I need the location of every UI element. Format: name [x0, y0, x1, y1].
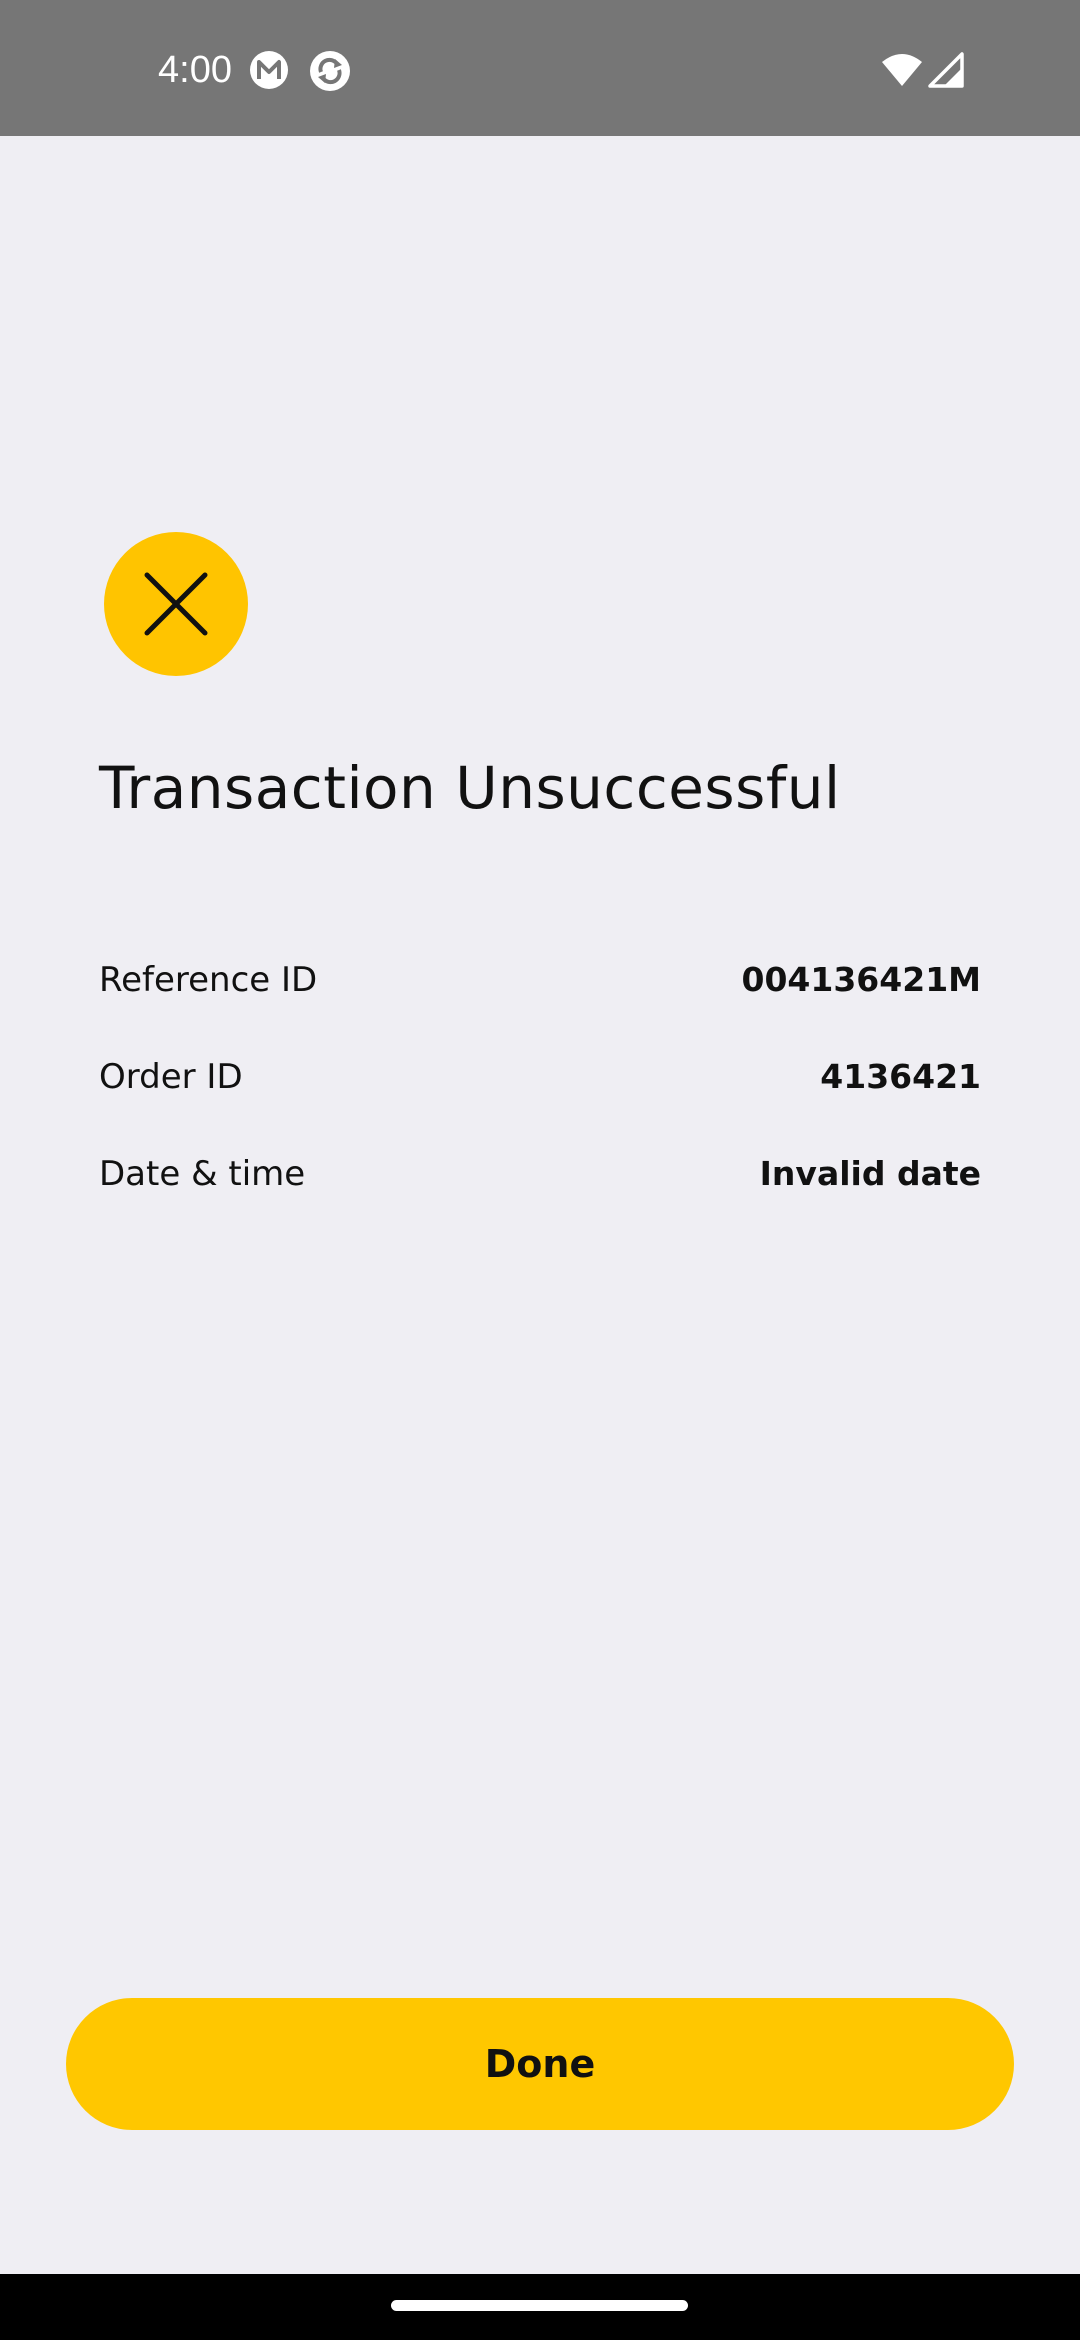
- page-title: Transaction Unsuccessful: [99, 754, 841, 822]
- done-button-label: Done: [484, 2042, 596, 2086]
- done-button[interactable]: Done: [66, 1998, 1014, 2130]
- detail-row-date-time: Date & time Invalid date: [99, 1149, 981, 1199]
- detail-value: Invalid date: [759, 1154, 981, 1193]
- detail-value: 4136421: [820, 1057, 981, 1096]
- close-icon: [144, 572, 208, 636]
- detail-value: 004136421M: [741, 960, 982, 999]
- sync-app-icon: [309, 50, 350, 91]
- m-app-icon: [249, 50, 289, 90]
- status-bar: 4:00: [0, 0, 1080, 136]
- detail-label: Reference ID: [99, 960, 318, 1000]
- detail-label: Order ID: [99, 1057, 243, 1097]
- wifi-icon: [882, 52, 922, 88]
- cellular-signal-icon: [928, 52, 964, 88]
- transaction-result-screen: 4:00 Transaction Unsuccessful Reference …: [0, 0, 1080, 2340]
- detail-label: Date & time: [99, 1154, 306, 1194]
- detail-row-order-id: Order ID 4136421: [99, 1052, 981, 1102]
- status-time: 4:00: [158, 49, 232, 91]
- home-indicator[interactable]: [391, 2300, 688, 2311]
- failure-status-icon: [104, 532, 248, 676]
- detail-row-reference-id: Reference ID 004136421M: [99, 955, 981, 1005]
